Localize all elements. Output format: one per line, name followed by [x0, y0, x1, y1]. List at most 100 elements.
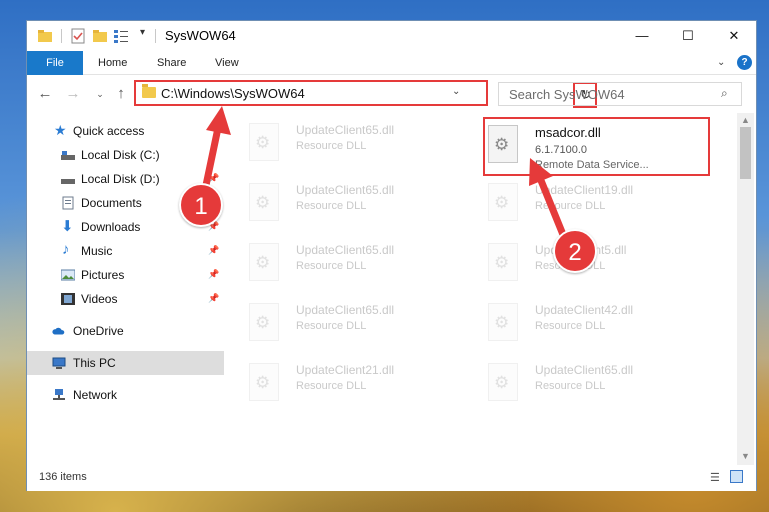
step-2-badge: 2: [553, 229, 597, 273]
sidebar-item-label: Local Disk (D:): [81, 172, 160, 186]
recent-locations-chevron-icon[interactable]: ⌄: [90, 84, 110, 104]
dll-file-icon: [488, 125, 518, 163]
msadcor-file-item[interactable]: msadcor.dll 6.1.7100.0 Remote Data Servi…: [463, 117, 683, 173]
pc-icon: [52, 357, 66, 369]
forward-arrow-icon[interactable]: →: [63, 84, 83, 104]
file-name: msadcor.dll: [535, 125, 601, 140]
file-version: 6.1.7100.0: [535, 144, 587, 156]
scroll-up-arrow-icon[interactable]: ▲: [741, 115, 750, 125]
dll-file-icon: [249, 123, 279, 161]
file-explorer-window: ▾ SysWOW64 — ☐ ✕ File Home Share View ⌄ …: [26, 20, 757, 491]
dll-file-icon: [249, 363, 279, 401]
back-arrow-icon[interactable]: ←: [35, 84, 55, 104]
dll-file-icon: [249, 303, 279, 341]
tab-home[interactable]: Home: [98, 51, 127, 75]
file-item[interactable]: UpdateClient42.dll Resource DLL: [463, 295, 683, 351]
search-icon: ⌕: [721, 86, 728, 100]
pin-icon[interactable]: 📌: [208, 245, 219, 256]
title-bar: ▾ SysWOW64 — ☐ ✕: [27, 21, 756, 51]
item-count: 136 items: [39, 471, 87, 483]
file-item[interactable]: UpdateClient65.dll Resource DLL: [224, 115, 444, 171]
step-1-badge: 1: [179, 183, 223, 227]
sidebar-item-label: This PC: [73, 356, 116, 370]
file-type: Resource DLL: [535, 380, 606, 392]
details-view-icon[interactable]: ☰: [710, 471, 720, 484]
drive-icon: [61, 179, 75, 184]
file-name: UpdateClient21.dll: [296, 363, 395, 377]
sidebar-item-label: Music: [81, 244, 113, 258]
network-icon: [53, 389, 65, 400]
address-history-chevron-icon[interactable]: ⌄: [452, 86, 460, 97]
search-input[interactable]: Search SysWOW64 ⌕: [498, 82, 742, 106]
toolbar-separator: [155, 29, 156, 43]
sidebar-item-music[interactable]: ♪ Music 📌: [27, 239, 224, 263]
file-type: Resource DLL: [296, 260, 367, 272]
file-type: Resource DLL: [296, 200, 367, 212]
window-title: SysWOW64: [165, 28, 236, 43]
tab-view[interactable]: View: [215, 51, 239, 75]
maximize-button[interactable]: ☐: [665, 21, 711, 51]
search-placeholder: Search SysWOW64: [509, 87, 625, 102]
pictures-icon: [61, 269, 75, 281]
sidebar-item-label: Quick access: [73, 124, 145, 138]
properties-icon[interactable]: [70, 28, 86, 44]
sidebar-item-label: OneDrive: [73, 324, 124, 338]
file-type: Resource DLL: [535, 200, 606, 212]
star-icon: ★: [54, 122, 67, 138]
address-path[interactable]: C:\Windows\SysWOW64: [161, 86, 305, 101]
pin-icon[interactable]: 📌: [208, 173, 219, 184]
vertical-scrollbar[interactable]: ▲ ▼: [737, 113, 754, 465]
pin-icon[interactable]: 📌: [208, 293, 219, 304]
folder-icon[interactable]: [37, 28, 53, 44]
sidebar-item-label: Network: [73, 388, 118, 402]
music-icon: ♪: [62, 241, 70, 258]
tab-share[interactable]: Share: [157, 51, 186, 75]
file-type: Resource DLL: [296, 320, 367, 332]
large-icons-view-icon[interactable]: [730, 470, 743, 483]
sidebar-item-label: Pictures: [81, 268, 125, 282]
sidebar-item-onedrive[interactable]: OneDrive: [27, 319, 224, 343]
file-list: UpdateClient65.dll Resource DLL UpdateCl…: [224, 113, 737, 465]
videos-icon: [61, 293, 75, 305]
sidebar-item-videos[interactable]: Videos 📌: [27, 287, 224, 311]
dll-file-icon: [488, 303, 518, 341]
file-type: Resource DLL: [296, 140, 367, 152]
expand-ribbon-chevron-icon[interactable]: ⌄: [717, 57, 725, 68]
file-name: UpdateClient65.dll: [535, 363, 634, 377]
address-bar[interactable]: C:\Windows\SysWOW64 ⌄ ↻: [134, 80, 597, 108]
close-button[interactable]: ✕: [711, 21, 757, 51]
sidebar-item-label: Downloads: [81, 220, 141, 234]
sidebar-item-pictures[interactable]: Pictures 📌: [27, 263, 224, 287]
scroll-thumb[interactable]: [740, 127, 751, 179]
ribbon-tabs: File Home Share View ⌄ ?: [27, 51, 756, 75]
dll-file-icon: [488, 363, 518, 401]
file-name: UpdateClient65.dll: [296, 303, 395, 317]
new-folder-icon[interactable]: [92, 28, 108, 44]
file-item[interactable]: UpdateClient65.dll Resource DLL: [463, 355, 683, 411]
pin-icon[interactable]: 📌: [208, 269, 219, 280]
file-item[interactable]: UpdateClient65.dll Resource DLL: [224, 295, 444, 351]
navigation-pane: ★ Quick access Local Disk (C:) Local Dis…: [27, 113, 224, 465]
tab-file[interactable]: File: [27, 51, 83, 75]
sidebar-item-quick-access[interactable]: ★ Quick access: [27, 119, 224, 143]
file-item[interactable]: UpdateClient65.dll Resource DLL: [224, 235, 444, 291]
help-icon[interactable]: ?: [737, 55, 752, 70]
file-item[interactable]: UpdateClient19.dll Resource DLL: [463, 175, 683, 231]
up-arrow-icon[interactable]: ↑: [111, 84, 131, 104]
sidebar-item-local-disk-c[interactable]: Local Disk (C:): [27, 143, 224, 167]
sidebar-item-network[interactable]: Network: [27, 383, 224, 407]
file-name: UpdateClient65.dll: [296, 183, 395, 197]
file-name: UpdateClient65.dll: [296, 243, 395, 257]
file-name: UpdateClient42.dll: [535, 303, 634, 317]
file-item[interactable]: UpdateClient21.dll Resource DLL: [224, 355, 444, 411]
minimize-button[interactable]: —: [619, 21, 665, 51]
scroll-down-arrow-icon[interactable]: ▼: [741, 451, 750, 461]
view-options-icon[interactable]: [113, 28, 129, 44]
sidebar-item-this-pc[interactable]: This PC: [27, 351, 224, 375]
file-item[interactable]: UpdateClient65.dll Resource DLL: [224, 175, 444, 231]
navigation-bar: ← → ⌄ ↑ C:\Windows\SysWOW64 ⌄ ↻ Search S…: [27, 75, 756, 113]
file-type: Resource DLL: [296, 380, 367, 392]
status-bar: 136 items ☰: [27, 465, 756, 491]
file-type: Remote Data Service...: [535, 159, 649, 171]
customize-toolbar-chevron-icon[interactable]: ▾: [140, 27, 156, 43]
